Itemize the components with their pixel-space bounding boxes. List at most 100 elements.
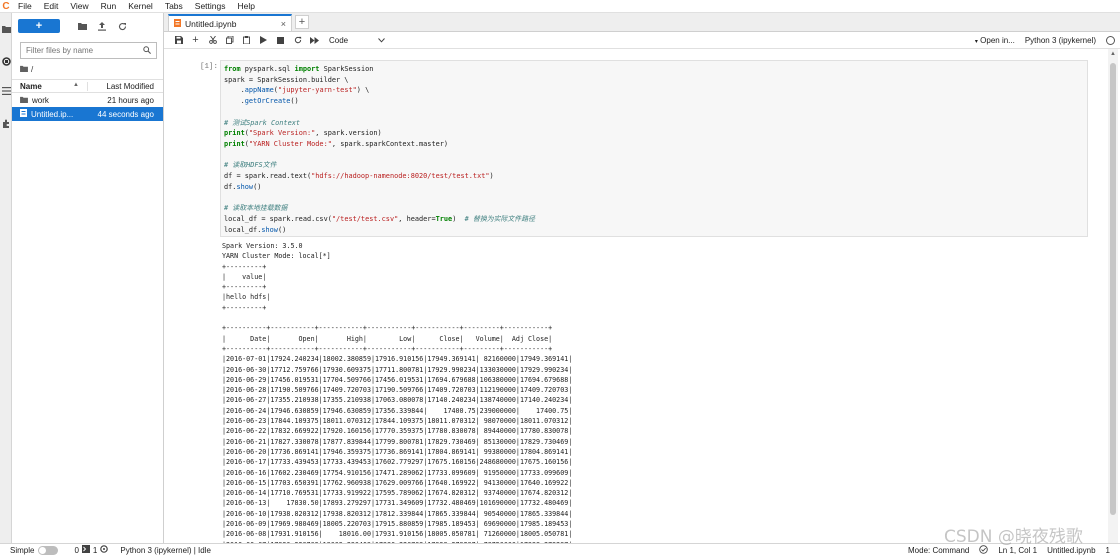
menu-edit[interactable]: Edit	[38, 0, 65, 13]
simple-mode-toggle[interactable]	[38, 545, 59, 555]
scroll-up-icon[interactable]: ▲	[1108, 51, 1118, 59]
kernel-gear-icon	[100, 545, 109, 555]
list-item[interactable]: work 21 hours ago	[12, 93, 163, 107]
terminals-count-value: 0	[74, 545, 79, 555]
tab-untitled-notebook[interactable]: Untitled.ipynb ×	[168, 14, 292, 31]
output-line: | value|	[222, 272, 267, 281]
cell-output: Spark Version: 3.5.0 YARN Cluster Mode: l…	[222, 241, 572, 543]
vertical-scrollbar[interactable]: ▲	[1108, 49, 1118, 543]
code-line-10: # 读取HDFS文件	[224, 161, 277, 170]
folder-icon	[20, 96, 28, 105]
output-line: |2016-06-14|17710.769531|17733.919922|17…	[222, 489, 573, 498]
output-line: |hello hdfs|	[222, 293, 271, 302]
extension-icon[interactable]	[0, 117, 12, 129]
code-line-14: # 读取本地挂载数据	[224, 204, 288, 213]
terminal-icon	[81, 545, 90, 555]
add-tab-button[interactable]: +	[295, 15, 309, 29]
file-modified: 21 hours ago	[107, 95, 154, 105]
code-line-7: print("Spark Version:", spark.version)	[224, 129, 382, 138]
terminals-count[interactable]: 0 1	[74, 545, 109, 555]
new-folder-icon[interactable]	[74, 19, 90, 33]
activity-bar	[0, 13, 12, 543]
insert-cell-icon[interactable]: +	[187, 33, 204, 47]
notebook-toolbar: + Code ▾ Open in... Python 3 (ipykernel)	[164, 32, 1120, 49]
code-line-3: .appName("jupyter-yarn-test") \	[224, 86, 370, 95]
code-line-8: print("YARN Cluster Mode:", spark.sparkC…	[224, 139, 449, 148]
run-icon[interactable]	[255, 33, 272, 47]
code-line-4: .getOrCreate()	[224, 97, 299, 106]
close-icon[interactable]: ×	[281, 19, 286, 29]
upload-icon[interactable]	[94, 19, 110, 33]
toc-icon[interactable]	[0, 85, 12, 97]
execution-count: [1]:	[199, 63, 218, 71]
kernel-status[interactable]: Python 3 (ipykernel) | Idle	[120, 546, 211, 555]
kernel-status-icon	[1106, 35, 1115, 45]
output-line: |2016-06-08|17931.910156| 18016.00|17931…	[222, 530, 573, 539]
column-modified-header[interactable]: Last Modified	[88, 82, 163, 91]
menu-settings[interactable]: Settings	[189, 0, 232, 13]
output-line: |2016-06-15|17703.650391|17762.960938|17…	[222, 478, 573, 487]
output-line: |2016-07-01|17924.240234|18002.380859|17…	[222, 355, 573, 364]
file-name: work	[32, 95, 49, 105]
toolbar-right: ▾ Open in... Python 3 (ipykernel)	[975, 35, 1120, 45]
list-item[interactable]: Untitled.ip... 44 seconds ago	[12, 107, 163, 121]
code-cell-editor[interactable]: from pyspark.sql import SparkSession spar…	[220, 60, 1088, 237]
column-name-label: Name	[20, 81, 42, 91]
kernel-name-button[interactable]: Python 3 (ipykernel)	[1025, 36, 1096, 45]
folder-icon	[20, 65, 28, 74]
output-line: |2016-06-28|17190.509766|17409.720703|17…	[222, 386, 573, 395]
new-launcher-button[interactable]: +	[18, 19, 60, 33]
menu-view[interactable]: View	[64, 0, 94, 13]
paste-icon[interactable]	[238, 33, 255, 47]
code-line-16: local_df.show()	[224, 225, 287, 234]
code-line-12: df.show()	[224, 182, 262, 191]
output-line: |2016-06-20|17736.869141|17946.359375|17…	[222, 447, 573, 456]
menu-kernel[interactable]: Kernel	[122, 0, 159, 13]
file-modified: 44 seconds ago	[97, 109, 155, 119]
copy-icon[interactable]	[221, 33, 238, 47]
code-lines: from pyspark.sql import SparkSession spar…	[224, 64, 535, 235]
notebook-icon	[20, 109, 27, 119]
breadcrumb-root[interactable]: /	[31, 65, 33, 74]
output-line: | Date| Open| High| Low| Close| Volume| …	[222, 334, 553, 343]
cell-type-select[interactable]: Code	[329, 36, 385, 45]
stop-icon[interactable]	[272, 33, 289, 47]
breadcrumb: /	[12, 59, 163, 79]
output-line: |2016-06-22|17832.669922|17920.160156|17…	[222, 427, 573, 436]
output-line: |2016-06-16|17602.230469|17754.910156|17…	[222, 468, 573, 477]
menu-run[interactable]: Run	[95, 0, 123, 13]
notebook-icon	[174, 18, 181, 29]
output-line: +---------+	[222, 262, 267, 271]
code-line-15: local_df = spark.read.csv("/test/test.cs…	[224, 214, 535, 223]
jupyter-logo-icon: C	[2, 0, 10, 12]
output-line: |2016-06-13| 17830.50|17893.279297|17731…	[222, 499, 573, 508]
notification-count[interactable]: 1	[1106, 546, 1110, 555]
open-in-label: Open in...	[980, 35, 1015, 45]
output-line: |2016-06-10|17938.820312|17938.820312|17…	[222, 509, 573, 518]
column-name-header[interactable]: Name ▲	[12, 81, 88, 91]
code-line-1: from pyspark.sql import SparkSession	[224, 65, 374, 73]
notebook-panel: [1]: from pyspark.sql import SparkSessio…	[164, 49, 1108, 543]
menu-help[interactable]: Help	[232, 0, 261, 13]
save-icon[interactable]	[170, 33, 187, 47]
simple-mode-label: Simple	[10, 545, 35, 555]
output-line: |2016-06-21|17827.330078|17877.839844|17…	[222, 437, 573, 446]
running-icon[interactable]	[0, 55, 12, 67]
scrollbar-thumb[interactable]	[1110, 63, 1116, 515]
folder-icon[interactable]	[0, 23, 12, 35]
menu-tabs[interactable]: Tabs	[159, 0, 189, 13]
output-line: |2016-06-24|17946.630859|17946.630859|17…	[222, 406, 573, 415]
refresh-icon[interactable]	[114, 19, 130, 33]
restart-icon[interactable]	[289, 33, 306, 47]
file-filter-input[interactable]	[26, 46, 126, 55]
open-in-dropdown[interactable]: ▾ Open in...	[975, 36, 1015, 45]
output-line: +----------+-----------+-----------+----…	[222, 344, 553, 353]
output-line: |2016-06-09|17969.980469|18005.220703|17…	[222, 520, 573, 529]
code-line-11: df = spark.read.text("hdfs://hadoop-name…	[224, 172, 494, 181]
cut-icon[interactable]	[204, 33, 221, 47]
fast-forward-icon[interactable]	[306, 33, 323, 47]
file-filter-box	[20, 42, 157, 59]
menu-file[interactable]: File	[12, 0, 38, 13]
file-browser-toolbar: +	[12, 13, 163, 39]
